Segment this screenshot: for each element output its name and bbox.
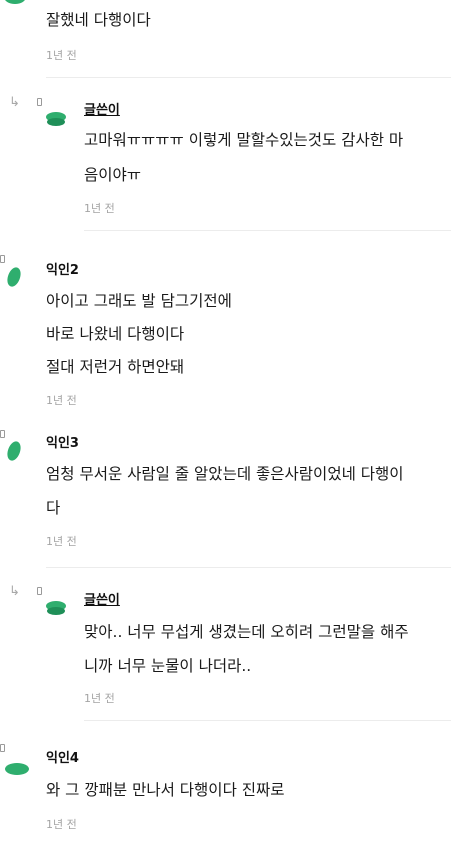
comment-text: 엄청 무서운 사람일 줄 알았는데 좋은사람이었네 다행이 (46, 465, 404, 483)
avatar-icon (7, 267, 21, 287)
avatar-icon (7, 441, 21, 461)
avatar-icon (46, 601, 66, 615)
comment-time: 1년 전 (84, 202, 115, 215)
comment-text: 음이야ㅠ (84, 166, 142, 184)
comment-text: 절대 저런거 하면안돼 (46, 358, 185, 376)
comment-author[interactable]: 익인2 (46, 259, 79, 278)
comment-author[interactable]: 글쓴이 (84, 589, 120, 608)
avatar-icon (46, 112, 66, 126)
reply-arrow-icon: ↳ (9, 95, 20, 110)
comment-text: 니까 너무 눈물이 나더라.. (84, 657, 252, 675)
avatar-icon (5, 0, 25, 4)
avatar-icon (5, 763, 29, 775)
comment-text: 다 (46, 499, 61, 517)
divider (46, 567, 451, 568)
comment-marker-icon (0, 430, 5, 438)
comment-text: 와 그 깡패분 만나서 다행이다 진짜로 (46, 781, 285, 799)
reply-marker-icon (37, 587, 42, 595)
comment-text: 맞아.. 너무 무섭게 생겼는데 오히려 그런말을 해주 (84, 623, 409, 641)
comment-time: 1년 전 (46, 49, 77, 62)
divider (84, 720, 451, 721)
comment-time: 1년 전 (46, 535, 77, 548)
comment-marker-icon (0, 744, 5, 752)
comment-text: 고마워ㅠㅠㅠㅠ 이렇게 말할수있는것도 감사한 마 (84, 131, 404, 149)
comment-text: 아이고 그래도 발 담그기전에 (46, 292, 232, 310)
comment-author[interactable]: 익인4 (46, 747, 79, 766)
comment-author[interactable]: 글쓴이 (84, 99, 120, 118)
reply-marker-icon (37, 98, 42, 106)
divider (84, 230, 451, 231)
comment-time: 1년 전 (46, 394, 77, 407)
comment-text: 잘했네 다행이다 (46, 11, 151, 29)
comment-time: 1년 전 (46, 818, 77, 831)
comment-time: 1년 전 (84, 692, 115, 705)
comment-text: 바로 나왔네 다행이다 (46, 325, 185, 343)
comment-marker-icon (0, 255, 5, 263)
comment-author[interactable]: 익인3 (46, 432, 79, 451)
reply-arrow-icon: ↳ (9, 584, 20, 599)
divider (46, 77, 451, 78)
